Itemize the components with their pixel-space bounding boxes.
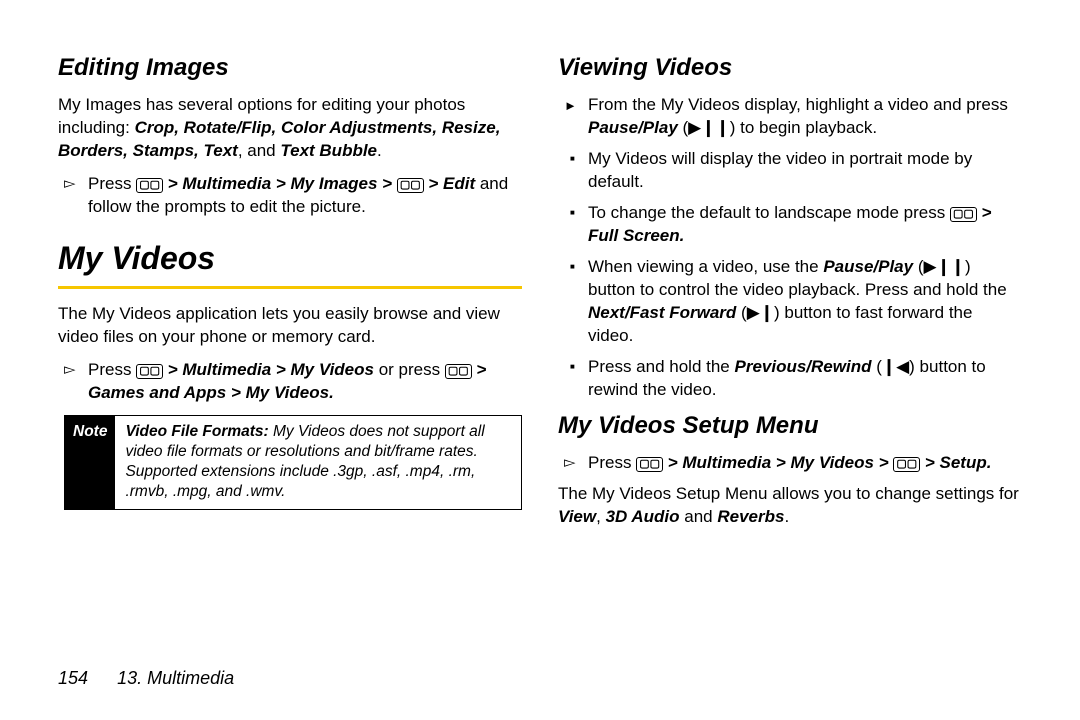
menu-key-icon: ▢▢ [136, 178, 163, 193]
paragraph-myvideos-intro: The My Videos application lets you easil… [58, 303, 522, 349]
list-myvideos-steps: Press ▢▢ > Multimedia > My Videos or pre… [58, 359, 522, 405]
left-column: Editing Images My Images has several opt… [58, 48, 522, 638]
paragraph-setup: The My Videos Setup Menu allows you to c… [558, 483, 1022, 529]
heading-my-videos: My Videos [58, 237, 522, 280]
list-item: Press ▢▢ > Multimedia > My Videos or pre… [88, 359, 522, 405]
note-label: Note [65, 416, 115, 509]
list-item: To change the default to landscape mode … [588, 202, 1022, 248]
page-number: 154 [58, 668, 88, 688]
heading-viewing-videos: Viewing Videos [558, 52, 1022, 84]
list-editing-steps: Press ▢▢ > Multimedia > My Images > ▢▢ >… [58, 173, 522, 219]
section-name: 13. Multimedia [117, 668, 234, 688]
list-item: When viewing a video, use the Pause/Play… [588, 256, 1022, 348]
menu-key-icon: ▢▢ [950, 207, 977, 222]
paragraph-editing-intro: My Images has several options for editin… [58, 94, 522, 163]
menu-key-icon: ▢▢ [136, 364, 163, 379]
list-item: Press and hold the Previous/Rewind (❙◀) … [588, 356, 1022, 402]
list-item: From the My Videos display, highlight a … [588, 94, 1022, 140]
menu-key-icon: ▢▢ [397, 178, 424, 193]
right-column: Viewing Videos From the My Videos displa… [558, 48, 1022, 638]
list-viewing-sub: My Videos will display the video in port… [558, 148, 1022, 401]
list-item: My Videos will display the video in port… [588, 148, 1022, 194]
menu-key-icon: ▢▢ [445, 364, 472, 379]
heading-setup-menu: My Videos Setup Menu [558, 410, 1022, 442]
page-footer: 154 13. Multimedia [58, 666, 234, 690]
divider-yellow [58, 286, 522, 289]
note-box: Note Video File Formats: My Videos does … [64, 415, 522, 510]
note-body: Video File Formats: My Videos does not s… [115, 416, 521, 509]
list-viewing-top: From the My Videos display, highlight a … [558, 94, 1022, 140]
list-item: Press ▢▢ > Multimedia > My Images > ▢▢ >… [88, 173, 522, 219]
menu-key-icon: ▢▢ [636, 457, 663, 472]
menu-key-icon: ▢▢ [893, 457, 920, 472]
heading-editing-images: Editing Images [58, 52, 522, 84]
list-item: Press ▢▢ > Multimedia > My Videos > ▢▢ >… [588, 452, 1022, 475]
list-setup-steps: Press ▢▢ > Multimedia > My Videos > ▢▢ >… [558, 452, 1022, 475]
